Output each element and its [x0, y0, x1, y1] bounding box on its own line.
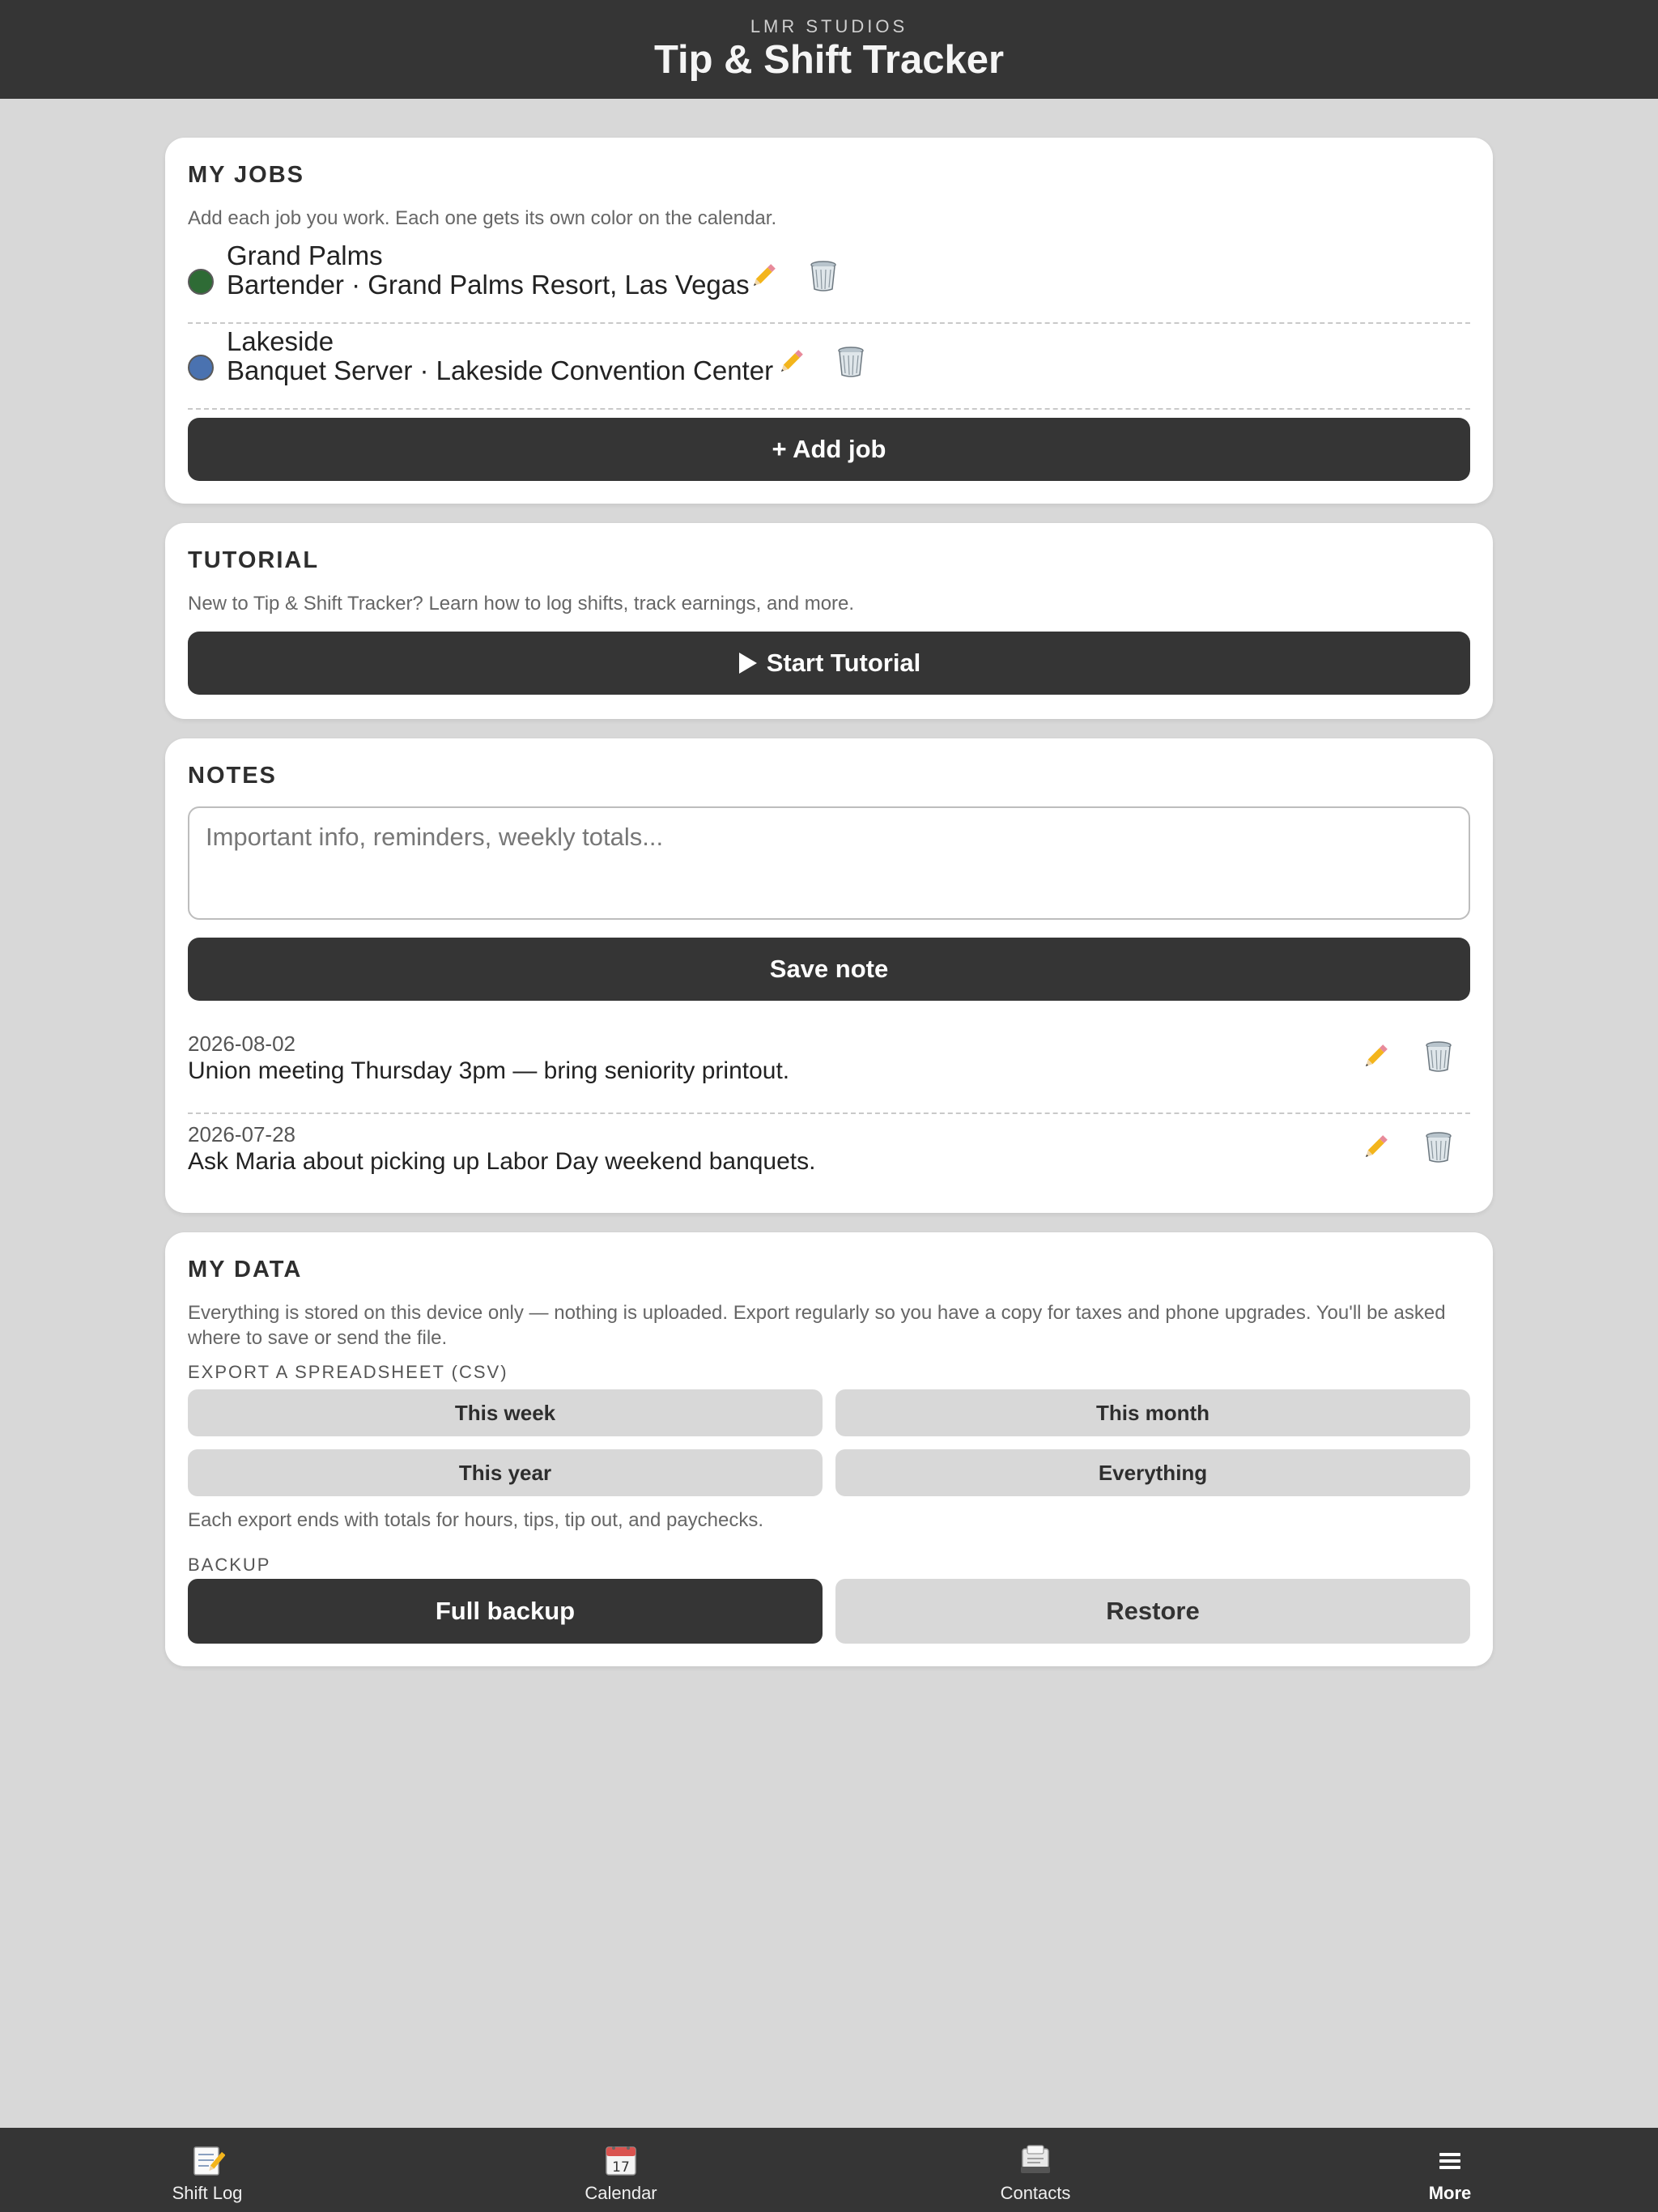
pencil-icon	[1365, 1135, 1388, 1158]
job-actions	[745, 257, 842, 295]
backup-section-label: BACKUP	[188, 1555, 271, 1575]
notes-textarea[interactable]	[188, 806, 1470, 920]
note-item: 2026-07-28 Ask Maria about picking up La…	[188, 1114, 1470, 1205]
notes-heading: NOTES	[188, 763, 277, 789]
job-row: Grand Palms Bartender · Grand Palms Reso…	[188, 238, 1470, 324]
contacts-icon	[1021, 2145, 1050, 2173]
export-everything-button[interactable]: Everything	[835, 1449, 1470, 1496]
memo-icon	[193, 2146, 225, 2176]
edit-note-button[interactable]	[1357, 1129, 1394, 1166]
brand-label: LMR STUDIOS	[750, 16, 908, 36]
nav-label: Contacts	[1000, 2183, 1071, 2203]
notes-card: NOTES Save note 2026-08-02 Union meeting…	[165, 738, 1493, 1213]
tutorial-description: New to Tip & Shift Tracker? Learn how to…	[188, 593, 855, 615]
calendar-icon: 17	[606, 2146, 636, 2176]
job-actions	[772, 343, 869, 381]
nav-item-more[interactable]: More	[1369, 2128, 1531, 2212]
bottom-nav: Shift Log 17 Calendar Contacts More	[0, 2128, 1658, 2212]
export-section-label: EXPORT A SPREADSHEET (CSV)	[188, 1362, 508, 1382]
delete-job-button[interactable]	[832, 343, 869, 381]
trash-icon	[1426, 1132, 1452, 1163]
jobs-description: Add each job you work. Each one gets its…	[188, 207, 777, 229]
play-icon	[738, 653, 757, 674]
edit-job-button[interactable]	[745, 257, 782, 295]
delete-note-button[interactable]	[1420, 1038, 1457, 1075]
note-actions	[1357, 1129, 1457, 1166]
job-row: Lakeside Banquet Server · Lakeside Conve…	[188, 324, 1470, 410]
delete-note-button[interactable]	[1420, 1129, 1457, 1166]
menu-icon	[1439, 2153, 1460, 2169]
nav-item-calendar[interactable]: 17 Calendar	[540, 2128, 702, 2212]
job-name: Lakeside	[227, 326, 334, 356]
nav-item-shift-log[interactable]: Shift Log	[126, 2128, 288, 2212]
note-text: Ask Maria about picking up Labor Day wee…	[188, 1148, 816, 1175]
add-job-button[interactable]: + Add job	[188, 418, 1470, 481]
job-detail: Banquet Server · Lakeside Convention Cen…	[227, 355, 774, 385]
jobs-heading: MY JOBS	[188, 162, 305, 188]
data-description: Everything is stored on this device only…	[188, 1302, 1446, 1349]
start-tutorial-label: Start Tutorial	[766, 649, 921, 677]
trash-icon	[838, 347, 864, 377]
tutorial-card: TUTORIAL New to Tip & Shift Tracker? Lea…	[165, 523, 1493, 719]
nav-item-contacts[interactable]: Contacts	[954, 2128, 1116, 2212]
note-date: 2026-08-02	[188, 1032, 295, 1056]
trash-icon	[1426, 1041, 1452, 1072]
job-name: Grand Palms	[227, 240, 383, 270]
trash-icon	[810, 261, 836, 291]
data-heading: MY DATA	[188, 1257, 303, 1283]
job-color-dot	[188, 269, 214, 295]
app-root: LMR STUDIOS Tip & Shift Tracker MY JOBS …	[0, 0, 1658, 2212]
nav-label: More	[1428, 2183, 1472, 2203]
export-this-year-button[interactable]: This year	[188, 1449, 823, 1496]
save-note-button[interactable]: Save note	[188, 938, 1470, 1001]
restore-button[interactable]: Restore	[835, 1579, 1470, 1644]
tutorial-heading: TUTORIAL	[188, 547, 320, 573]
export-this-week-button[interactable]: This week	[188, 1389, 823, 1436]
delete-job-button[interactable]	[805, 257, 842, 295]
jobs-card: MY JOBS Add each job you work. Each one …	[165, 138, 1493, 504]
app-header: LMR STUDIOS Tip & Shift Tracker	[0, 0, 1658, 99]
note-item: 2026-08-02 Union meeting Thursday 3pm — …	[188, 1023, 1470, 1114]
edit-job-button[interactable]	[772, 343, 810, 381]
job-color-dot	[188, 355, 214, 381]
nav-label: Shift Log	[172, 2183, 243, 2203]
full-backup-button[interactable]: Full backup	[188, 1579, 823, 1644]
export-this-month-button[interactable]: This month	[835, 1389, 1470, 1436]
note-date: 2026-07-28	[188, 1122, 295, 1146]
svg-text:17: 17	[612, 2159, 630, 2176]
edit-note-button[interactable]	[1357, 1038, 1394, 1075]
export-note: Each export ends with totals for hours, …	[188, 1509, 764, 1531]
pencil-icon	[753, 264, 776, 287]
nav-label: Calendar	[585, 2183, 657, 2203]
app-title: Tip & Shift Tracker	[653, 38, 1005, 82]
note-actions	[1357, 1038, 1457, 1075]
pencil-icon	[780, 350, 803, 372]
data-card: MY DATA Everything is stored on this dev…	[165, 1232, 1493, 1666]
note-text: Union meeting Thursday 3pm — bring senio…	[188, 1057, 790, 1084]
pencil-icon	[1365, 1044, 1388, 1067]
job-detail: Bartender · Grand Palms Resort, Las Vega…	[227, 270, 750, 300]
start-tutorial-button[interactable]: Start Tutorial	[188, 632, 1470, 695]
